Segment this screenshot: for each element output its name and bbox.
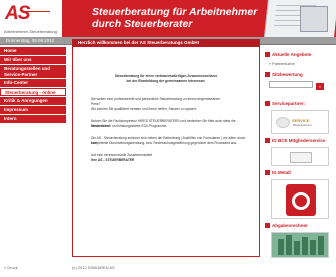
para2-line-b: Steuertechnik und leistungsstarke EDV-Pr… (91, 124, 168, 128)
ig-metall-logo[interactable] (271, 179, 329, 219)
section-site-rating: Sitzbewertung (265, 71, 336, 79)
ig-metall-emblem-icon (286, 184, 316, 216)
right-column: Aktuelle Angebote » Partnersuche Sitzbew… (265, 51, 336, 261)
nav-item-home[interactable]: Home (0, 47, 66, 55)
section-label: Sitzbewertung (272, 72, 303, 77)
gear-icon (292, 192, 310, 210)
signoff-signature: Ihre AS - STEUERBERATER (91, 158, 135, 162)
page: AS Arbeitnehmer-Steuerberatung Steuerber… (0, 0, 336, 277)
header-title-line1: Steuerberatung für Arbeitnehmer (92, 6, 258, 18)
para1-line-c: Wir können Sie qualifiziert beraten und … (91, 107, 197, 111)
nav-item-online-consulting[interactable]: Steuerberatung - online (0, 88, 66, 96)
nav-item-locations[interactable]: Beratungsstellen und Service-Partner (0, 65, 66, 78)
service-partner-name: SERVICE (292, 118, 310, 123)
nav-item-about[interactable]: Wir über uns (0, 56, 66, 64)
para3-line-b: kompetente Durchsetzungsberatung, bzw. R… (91, 141, 238, 145)
bullet-icon (265, 101, 270, 106)
rating-form: » (265, 81, 336, 92)
section-label: Aktuelle Angebote (272, 52, 312, 57)
logo-tagline: Arbeitnehmer-Steuerberatung (4, 29, 57, 34)
header-calculator-image (300, 6, 328, 32)
section-label: Abgabenrechner (272, 223, 308, 228)
header-title-line2: durch Steuerberater (92, 18, 193, 30)
nav-item-feedback[interactable]: Kritik & Anregungen (0, 97, 66, 105)
bullet-icon (265, 52, 270, 57)
book-icon (302, 237, 308, 255)
current-date: Donnerstag, 09.08.2012 (6, 38, 55, 43)
rating-input[interactable] (269, 81, 313, 88)
section-tax-calculator: Abgabenrechner (265, 222, 336, 230)
sidebar-nav: Home Wir über uns Beratungsstellen und S… (0, 47, 66, 124)
section-label: Servicepartner: (272, 101, 306, 106)
bullet-icon (265, 72, 270, 77)
section-current-offers: Aktuelle Angebote (265, 51, 336, 59)
bullet-icon (265, 138, 270, 143)
book-icon (310, 240, 316, 255)
section-igbce: IG BCE Mitgliederservice (265, 137, 336, 145)
section-label: IG Metall (272, 170, 291, 175)
bullet-icon (265, 170, 270, 175)
bullet-icon (265, 223, 270, 228)
book-icon (318, 236, 324, 255)
offer-link[interactable]: » Partnersuche (265, 61, 336, 67)
igbce-banner[interactable] (271, 147, 329, 166)
header-banner: AS Arbeitnehmer-Steuerberatung Steuerber… (0, 0, 336, 37)
book-icon (294, 241, 300, 255)
igbce-logo-icon (290, 152, 312, 163)
main-content: Herzlich willkommen bei der AS Steuerber… (72, 39, 260, 271)
logo-underline (26, 11, 50, 19)
content-box: Steuerberatung für einen vertrauenswürdi… (72, 47, 260, 257)
section-service-partner: Servicepartner: (265, 100, 336, 108)
page-title: Herzlich willkommen bei der AS Steuerber… (72, 39, 260, 47)
logo[interactable]: AS Arbeitnehmer-Steuerberatung (0, 0, 62, 37)
rating-submit-button[interactable]: » (316, 83, 324, 90)
nav-item-info-center[interactable]: Info-Center (0, 79, 66, 87)
book-icon (286, 235, 292, 255)
nav-item-imprint[interactable]: Impressum (0, 106, 66, 114)
service-partner-logo[interactable]: SERVICE Mitgliederservice (271, 110, 329, 134)
copyright: (c) 2012 SINDAREN AS (72, 265, 115, 270)
section-label: IG BCE Mitgliederservice (272, 138, 326, 143)
nav-item-intern[interactable]: Intern (0, 115, 66, 123)
swirl-icon (276, 117, 290, 128)
intro-line-2: bei der Ebenbildung der gemeinsamen Inte… (126, 79, 206, 83)
print-link[interactable]: » Druck (4, 265, 18, 270)
service-partner-sub: Mitgliederservice (293, 124, 312, 127)
book-icon (278, 239, 284, 255)
section-ig-metall: IG Metall (265, 169, 336, 177)
tax-calculator-image[interactable] (271, 232, 329, 258)
